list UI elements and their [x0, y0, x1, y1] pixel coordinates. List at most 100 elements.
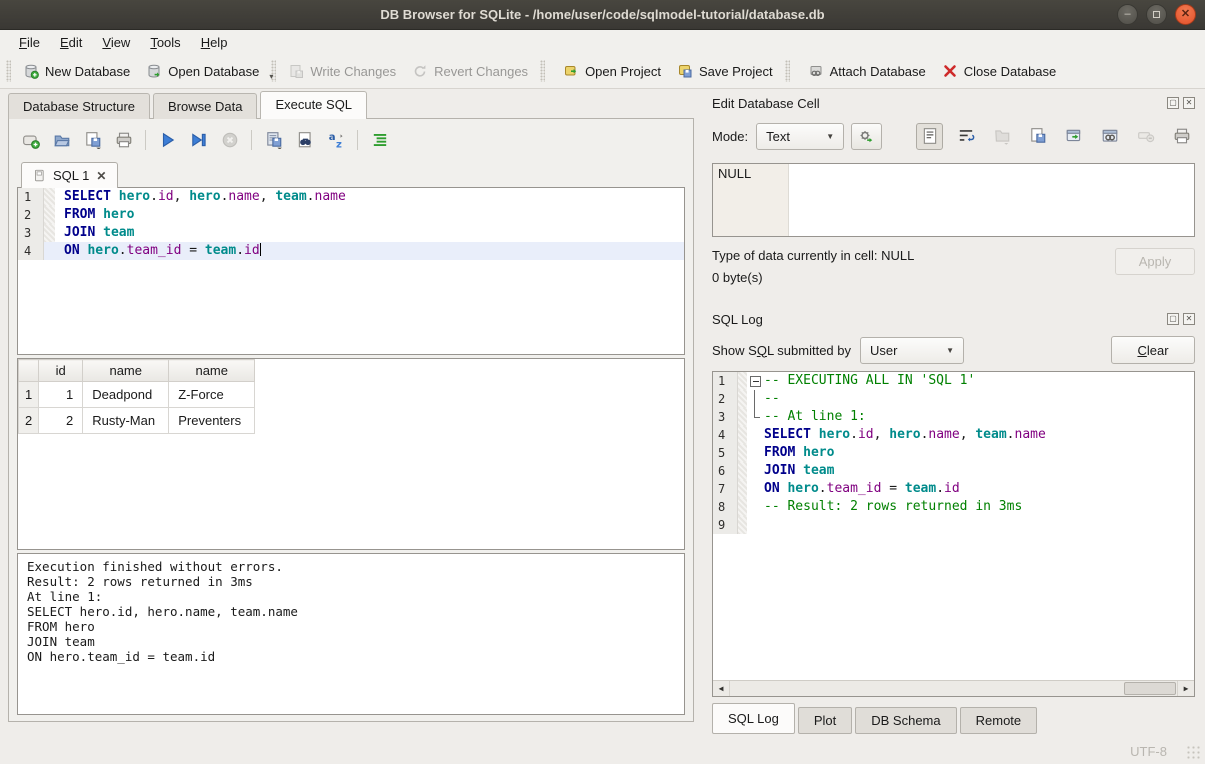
table-row[interactable]: 11DeadpondZ-Force — [19, 382, 255, 408]
subtab-sql-1[interactable]: SQL 1 ✕ — [21, 162, 118, 188]
minimize-icon[interactable]: – — [1117, 4, 1138, 25]
toolbar-separator — [145, 130, 146, 150]
fold-marker-icon[interactable] — [747, 372, 762, 390]
table-cell[interactable]: 1 — [39, 382, 83, 408]
toolbar-handle[interactable] — [540, 60, 545, 82]
clear-button[interactable]: Clear — [1111, 336, 1195, 364]
print-icon[interactable] — [110, 127, 137, 154]
attach-database-icon — [808, 63, 824, 79]
word-wrap-icon[interactable] — [952, 123, 979, 150]
tab-db-schema[interactable]: DB Schema — [855, 707, 956, 734]
tab-plot[interactable]: Plot — [798, 707, 852, 734]
export-data-icon[interactable] — [1024, 123, 1051, 150]
sql-toolbar: az — [17, 121, 685, 159]
column-header[interactable]: name — [169, 360, 255, 382]
dropdown-caret-icon[interactable]: ▾ — [269, 72, 273, 81]
sql-log-view[interactable]: 1-- EXECUTING ALL IN 'SQL 1'2--3-- At li… — [712, 371, 1195, 697]
table-cell[interactable]: Rusty-Man — [83, 408, 169, 434]
revert-changes-button: Revert Changes — [404, 58, 536, 84]
scroll-left-icon[interactable]: ◀ — [713, 681, 730, 696]
export-results-icon[interactable] — [260, 127, 287, 154]
titlebar[interactable]: DB Browser for SQLite - /home/user/code/… — [0, 0, 1205, 30]
chevron-down-icon: ▼ — [826, 132, 834, 141]
editor-line[interactable]: 4ON hero.team_id = team.id — [18, 242, 684, 260]
open-project-button[interactable]: Open Project — [555, 58, 669, 84]
sql-editor[interactable]: 1SELECT hero.id, hero.name, team.name2FR… — [17, 187, 685, 355]
menu-view[interactable]: View — [92, 32, 140, 53]
log-line: 4SELECT hero.id, hero.name, team.name — [713, 426, 1194, 444]
menu-tools[interactable]: Tools — [140, 32, 190, 53]
close-panel-icon[interactable]: ✕ — [1183, 313, 1195, 325]
find-replace-icon[interactable]: az — [322, 127, 349, 154]
close-panel-icon[interactable]: ✕ — [1183, 97, 1195, 109]
horizontal-scrollbar[interactable]: ◀ ▶ — [713, 680, 1194, 696]
column-header[interactable]: id — [39, 360, 83, 382]
right-pane: Edit Database Cell ▢ ✕ Mode: Text ▼ NULL — [706, 89, 1205, 764]
new-tab-icon[interactable] — [17, 127, 44, 154]
scroll-thumb[interactable] — [1124, 682, 1176, 695]
text-mode-icon[interactable] — [916, 123, 943, 150]
button-label: Open Database — [168, 64, 259, 79]
scroll-track[interactable] — [730, 681, 1177, 696]
tab-remote[interactable]: Remote — [960, 707, 1038, 734]
tab-database-structure[interactable]: Database Structure — [8, 93, 150, 119]
execute-all-icon[interactable] — [154, 127, 181, 154]
window-title: DB Browser for SQLite - /home/user/code/… — [380, 7, 824, 22]
button-label: Attach Database — [830, 64, 926, 79]
float-panel-icon[interactable]: ▢ — [1167, 97, 1179, 109]
execution-message: Execution finished without errors. Resul… — [17, 553, 685, 715]
sql-subtab-bar: SQL 1 ✕ — [17, 159, 685, 187]
tab-sql-log[interactable]: SQL Log — [712, 703, 795, 734]
menu-help[interactable]: Help — [191, 32, 238, 53]
find-icon[interactable] — [291, 127, 318, 154]
filter-select[interactable]: User ▼ — [860, 337, 964, 364]
format-sql-icon[interactable] — [366, 127, 393, 154]
cell-text-area[interactable] — [789, 164, 1194, 236]
sql-log-header: SQL Log ▢ ✕ — [712, 309, 1195, 329]
link-cell-icon[interactable] — [1096, 123, 1123, 150]
editor-line[interactable]: 1SELECT hero.id, hero.name, team.name — [18, 188, 684, 206]
new-database-button[interactable]: New Database — [15, 58, 138, 84]
toolbar-handle[interactable] — [785, 60, 790, 82]
open-external-icon[interactable] — [1060, 123, 1087, 150]
encoding-indicator[interactable]: UTF-8 — [1130, 744, 1167, 759]
table-cell[interactable]: Preventers — [169, 408, 255, 434]
editor-line[interactable]: 2FROM hero — [18, 206, 684, 224]
float-panel-icon[interactable]: ▢ — [1167, 313, 1179, 325]
resize-grip-icon[interactable] — [1186, 745, 1201, 760]
button-label: Close Database — [964, 64, 1057, 79]
sql-log-title: SQL Log — [712, 312, 1167, 327]
close-database-button[interactable]: Close Database — [934, 58, 1065, 84]
toolbar-handle[interactable] — [6, 60, 11, 82]
write-changes-icon — [288, 63, 304, 79]
open-database-button[interactable]: Open Database ▾ — [138, 58, 267, 84]
button-label: New Database — [45, 64, 130, 79]
scroll-right-icon[interactable]: ▶ — [1177, 681, 1194, 696]
column-header[interactable]: name — [83, 360, 169, 382]
auto-switch-mode-button[interactable] — [851, 123, 882, 150]
table-cell[interactable]: Deadpond — [83, 382, 169, 408]
maximize-icon[interactable] — [1146, 4, 1167, 25]
attach-database-button[interactable]: Attach Database — [800, 58, 934, 84]
execute-current-line-icon[interactable] — [185, 127, 212, 154]
menu-edit[interactable]: Edit — [50, 32, 92, 53]
tab-browse-data[interactable]: Browse Data — [153, 93, 257, 119]
table-row[interactable]: 22Rusty-ManPreventers — [19, 408, 255, 434]
table-cell[interactable]: Z-Force — [169, 382, 255, 408]
mode-select[interactable]: Text ▼ — [756, 123, 844, 150]
tab-execute-sql[interactable]: Execute SQL — [260, 91, 367, 119]
close-tab-icon[interactable]: ✕ — [96, 169, 106, 183]
save-sql-file-icon[interactable] — [79, 127, 106, 154]
log-line: 5FROM hero — [713, 444, 1194, 462]
save-project-button[interactable]: Save Project — [669, 58, 781, 84]
open-project-icon — [563, 63, 579, 79]
table-cell[interactable]: 2 — [39, 408, 83, 434]
menu-file[interactable]: File — [9, 32, 50, 53]
editor-line[interactable]: 3JOIN team — [18, 224, 684, 242]
print-cell-icon[interactable] — [1168, 123, 1195, 150]
close-icon[interactable]: ✕ — [1175, 4, 1196, 25]
log-line: 2-- — [713, 390, 1194, 408]
cell-value-editor[interactable]: NULL — [712, 163, 1195, 237]
results-grid[interactable]: idnamename 11DeadpondZ-Force22Rusty-ManP… — [17, 358, 685, 550]
open-sql-file-icon[interactable] — [48, 127, 75, 154]
